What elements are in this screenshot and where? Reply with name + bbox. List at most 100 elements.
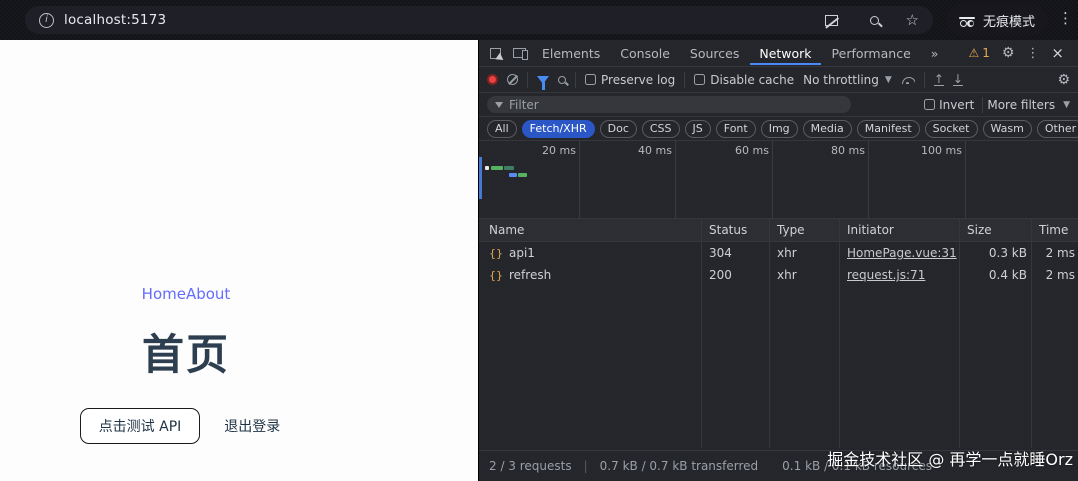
invert-checkbox[interactable] <box>924 99 935 110</box>
network-search-icon[interactable] <box>558 76 566 84</box>
pill-font[interactable]: Font <box>716 120 756 138</box>
address-bar[interactable]: i localhost:5173 ☆ <box>25 6 933 34</box>
tab-network[interactable]: Network <box>750 41 820 65</box>
col-header-name[interactable]: Name <box>479 223 701 237</box>
filter-funnel-icon <box>495 102 503 108</box>
issues-warning-badge[interactable]: ⚠1 <box>968 46 989 60</box>
clear-network-log-icon[interactable] <box>507 74 518 85</box>
record-network-log-icon[interactable] <box>487 74 498 85</box>
request-size: 0.4 kB <box>959 268 1031 282</box>
json-file-icon: {} <box>489 247 503 260</box>
pill-all[interactable]: All <box>487 120 517 138</box>
more-filters-dropdown[interactable]: More filters <box>987 98 1055 112</box>
screen: i localhost:5173 ☆ 无痕模式 ⋮ HomeAbout 首页 点… <box>0 0 1078 481</box>
tab-console[interactable]: Console <box>611 41 679 65</box>
col-header-initiator[interactable]: Initiator <box>839 223 959 237</box>
tab-sources[interactable]: Sources <box>681 41 748 65</box>
preserve-log-label: Preserve log <box>601 73 675 87</box>
pill-wasm[interactable]: Wasm <box>983 120 1032 138</box>
watermark-text: 掘金技术社区 @ 再学一点就睡Orz <box>827 446 1073 470</box>
col-header-status[interactable]: Status <box>701 223 769 237</box>
resource-type-filters: All Fetch/XHR Doc CSS JS Font Img Media … <box>479 117 1078 141</box>
device-toolbar-icon[interactable] <box>508 48 531 58</box>
request-name: api1 <box>509 246 535 260</box>
pill-other[interactable]: Other <box>1037 120 1078 138</box>
request-row-refresh[interactable]: {} refresh 200 xhr request.js:71 0.4 kB … <box>479 264 1078 286</box>
timeline-label-20ms: 20 ms <box>524 144 576 157</box>
export-har-icon[interactable]: ↓ <box>953 74 963 86</box>
devtools-menu-icon[interactable]: ⋮ <box>1026 46 1039 61</box>
request-type: xhr <box>769 268 839 282</box>
request-initiator-link[interactable]: HomePage.vue:31 <box>847 246 957 260</box>
nav-link-about[interactable]: About <box>186 285 230 303</box>
request-status: 304 <box>701 246 769 260</box>
waterfall-bar <box>518 173 527 177</box>
pill-js[interactable]: JS <box>685 120 711 138</box>
request-name: refresh <box>509 268 551 282</box>
request-row-api1[interactable]: {} api1 304 xhr HomePage.vue:31 0.3 kB 2… <box>479 242 1078 264</box>
browser-menu-icon[interactable]: ⋮ <box>1058 9 1073 27</box>
waterfall-bar <box>509 173 517 177</box>
pill-img[interactable]: Img <box>761 120 798 138</box>
pill-manifest[interactable]: Manifest <box>857 120 920 138</box>
pill-css[interactable]: CSS <box>642 120 680 138</box>
waterfall-bar <box>485 166 489 170</box>
summary-transferred: 0.7 kB / 0.7 kB transferred <box>600 459 759 473</box>
network-settings-icon[interactable]: ⚙ <box>1057 72 1070 88</box>
col-header-time[interactable]: Time <box>1031 223 1078 237</box>
network-overview-timeline[interactable]: 20 ms 40 ms 60 ms 80 ms 100 ms <box>479 141 1078 219</box>
network-toolbar: Preserve log Disable cache No throttling… <box>479 67 1078 93</box>
devtools-close-icon[interactable]: × <box>1051 44 1064 62</box>
browser-toolbar: i localhost:5173 ☆ 无痕模式 ⋮ <box>0 0 1078 40</box>
request-time: 2 ms <box>1031 246 1078 260</box>
logout-button[interactable]: 退出登录 <box>212 409 292 443</box>
timeline-label-80ms: 80 ms <box>813 144 865 157</box>
request-time: 2 ms <box>1031 268 1078 282</box>
col-header-size[interactable]: Size <box>959 223 1031 237</box>
requests-table-header: Name Status Type Initiator Size Time <box>479 219 1078 242</box>
search-icon[interactable] <box>865 16 884 25</box>
incognito-spy-icon <box>959 15 975 25</box>
incognito-label: 无痕模式 <box>983 11 1035 30</box>
summary-requests: 2 / 3 requests <box>489 459 572 473</box>
throttling-dropdown[interactable]: No throttling ▼ <box>803 73 892 87</box>
request-size: 0.3 kB <box>959 246 1031 260</box>
pill-socket[interactable]: Socket <box>925 120 978 138</box>
bookmark-star-icon[interactable]: ☆ <box>906 13 919 28</box>
tab-performance[interactable]: Performance <box>823 41 920 65</box>
filter-placeholder: Filter <box>509 98 539 112</box>
devtools-panel: Elements Console Sources Network Perform… <box>478 40 1078 481</box>
test-api-button[interactable]: 点击测试 API <box>80 408 201 444</box>
filter-input[interactable]: Filter <box>487 96 851 113</box>
overview-selection-edge <box>479 157 482 199</box>
more-tabs-icon[interactable]: » <box>922 41 948 65</box>
timeline-label-60ms: 60 ms <box>717 144 769 157</box>
web-page: HomeAbout 首页 点击测试 API 退出登录 <box>0 40 478 481</box>
pill-media[interactable]: Media <box>803 120 852 138</box>
timeline-label-40ms: 40 ms <box>620 144 672 157</box>
preserve-log-checkbox[interactable] <box>585 74 596 85</box>
disable-cache-checkbox[interactable] <box>694 74 705 85</box>
pill-doc[interactable]: Doc <box>600 120 637 138</box>
send-to-device-icon[interactable] <box>820 15 843 26</box>
pill-fetch-xhr[interactable]: Fetch/XHR <box>522 120 595 138</box>
router-nav: HomeAbout <box>0 285 372 303</box>
incognito-badge: 无痕模式 <box>946 5 1048 35</box>
network-conditions-icon[interactable] <box>901 75 915 84</box>
filter-toggle-icon[interactable] <box>537 76 549 84</box>
col-header-type[interactable]: Type <box>769 223 839 237</box>
more-filters-caret-icon: ▼ <box>1063 100 1070 110</box>
page-title: 首页 <box>0 321 372 382</box>
devtools-tabbar: Elements Console Sources Network Perform… <box>479 40 1078 67</box>
request-initiator-link[interactable]: request.js:71 <box>847 268 925 282</box>
nav-link-home[interactable]: Home <box>142 285 186 303</box>
inspect-element-icon[interactable] <box>485 48 506 59</box>
url-text[interactable]: localhost:5173 <box>64 12 166 28</box>
timeline-label-100ms: 100 ms <box>910 144 962 157</box>
request-status: 200 <box>701 268 769 282</box>
import-har-icon[interactable]: ↑ <box>934 74 944 86</box>
devtools-settings-icon[interactable]: ⚙ <box>1002 45 1015 61</box>
tab-elements[interactable]: Elements <box>533 41 609 65</box>
waterfall-bar <box>491 166 503 170</box>
site-info-icon[interactable]: i <box>39 13 54 28</box>
